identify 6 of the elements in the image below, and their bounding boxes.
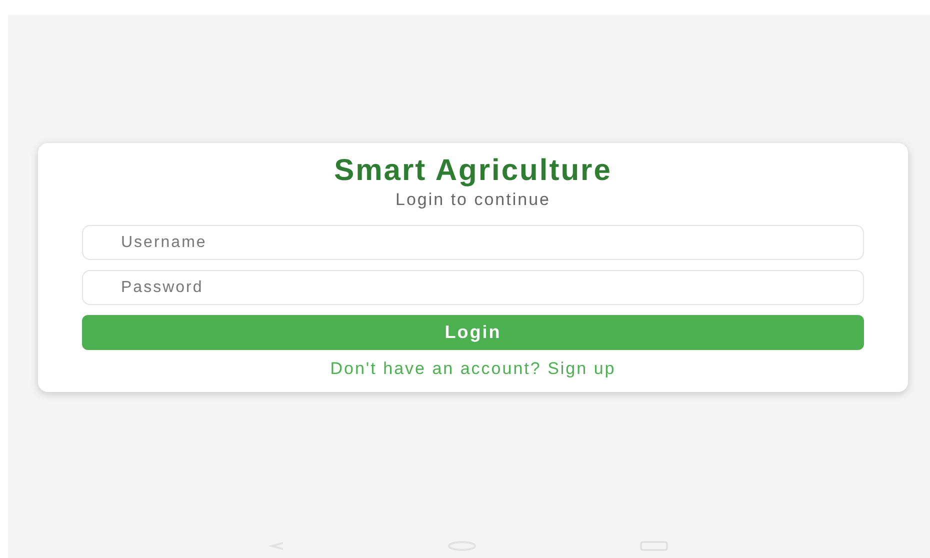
input-field[interactable]: Username	[82, 225, 864, 260]
input-field[interactable]: Password	[82, 270, 864, 305]
signup-link[interactable]: Don't have an account? Sign up	[330, 358, 616, 380]
app-title: Smart Agriculture	[334, 153, 612, 189]
subtitle: Login to continue	[396, 189, 550, 211]
login-button[interactable]: Login	[82, 315, 864, 350]
